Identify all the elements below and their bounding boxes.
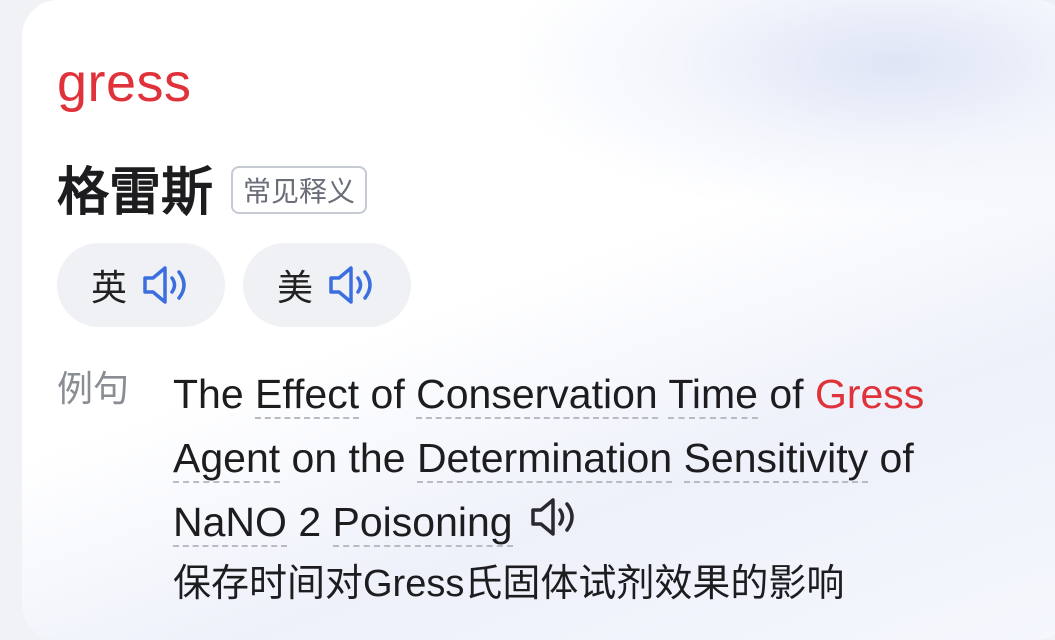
sentence-word-conservation[interactable]: Conservation	[416, 371, 658, 419]
common-meaning-tag: 常见释义	[231, 165, 368, 214]
pronounce-us-button[interactable]: 美	[243, 243, 411, 327]
example-speaker-icon[interactable]	[529, 493, 579, 557]
sentence-word-determination[interactable]: Determination	[416, 435, 673, 483]
sentence-word-time[interactable]: Time	[668, 371, 758, 419]
sentence-line-1: The Effect of Conservation Time of Gress	[173, 362, 1023, 426]
sentence-word-poisoning[interactable]: Poisoning	[332, 499, 513, 547]
speaker-icon	[141, 263, 191, 307]
background-haze	[520, 0, 1055, 210]
pronounce-uk-button[interactable]: 英	[57, 243, 225, 327]
pronounce-uk-label: 英	[90, 268, 127, 309]
sentence-text: on the	[280, 435, 417, 481]
example-label: 例句	[57, 369, 130, 410]
speaker-icon	[327, 263, 377, 307]
sentence-text: of	[868, 435, 914, 481]
sentence-text	[658, 371, 669, 417]
sentence-text: of	[757, 371, 815, 417]
sentence-word-agent[interactable]: Agent	[173, 435, 281, 483]
sentence-word-nano[interactable]: NaNO	[173, 499, 287, 547]
sentence-line-3: NaNO 2 Poisoning	[173, 490, 1023, 557]
sentence-word-sensitivity[interactable]: Sensitivity	[683, 435, 869, 483]
sentence-highlight-word: Gress	[814, 371, 925, 417]
meaning-row: 格雷斯 常见释义	[57, 150, 368, 225]
sentence-text: of	[359, 371, 417, 417]
meaning-text: 格雷斯	[57, 163, 214, 223]
pronounce-us-label: 美	[276, 268, 313, 309]
headword: gress	[57, 53, 192, 113]
sentence-text: The	[173, 371, 256, 417]
sentence-word-effect[interactable]: Effect	[255, 371, 360, 419]
sentence-line-2: Agent on the Determination Sensitivity o…	[173, 426, 1023, 490]
sentence-text	[672, 435, 683, 481]
example-sentence: The Effect of Conservation Time of Gress…	[173, 362, 1023, 557]
sentence-text: 2	[286, 499, 333, 545]
example-translation: 保存时间对Gress氏固体试剂效果的影响	[173, 563, 845, 605]
